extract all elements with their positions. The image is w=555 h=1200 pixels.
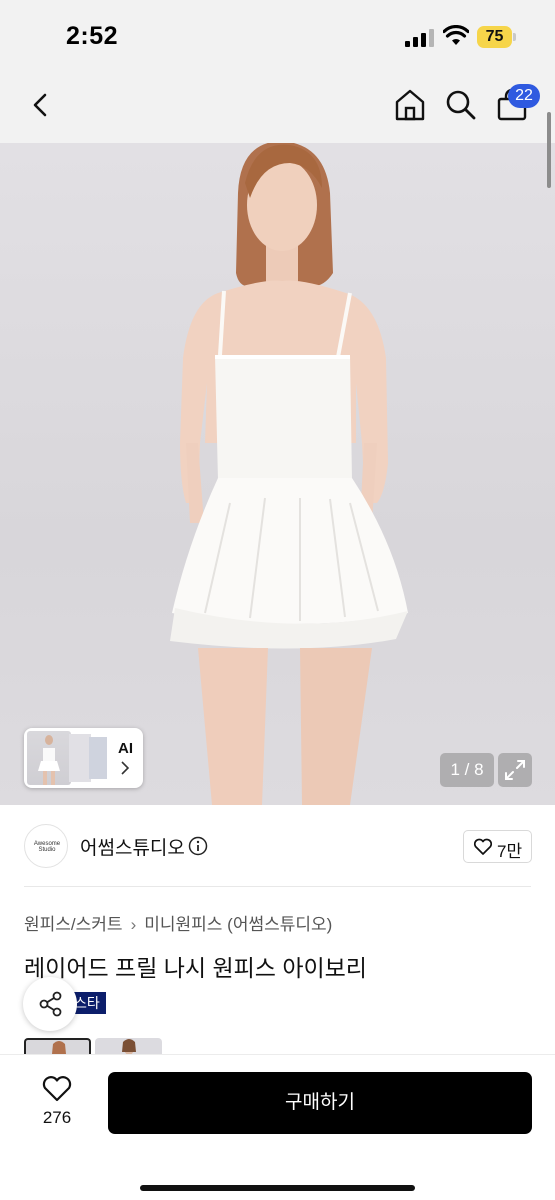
expand-icon — [505, 760, 525, 780]
status-time: 2:52 — [66, 22, 119, 50]
breadcrumb-category[interactable]: 원피스/스커트 — [24, 915, 123, 934]
wish-count: 276 — [42, 1108, 72, 1127]
breadcrumb: 원피스/스커트 › 미니원피스 (어썸스튜디오) — [24, 910, 332, 935]
share-icon — [39, 991, 62, 1017]
expand-button[interactable] — [498, 753, 532, 787]
breadcrumb-subcategory[interactable]: 미니원피스 (어썸스튜디오) — [144, 915, 332, 934]
wifi-icon — [443, 25, 469, 45]
brand-logo[interactable]: Awesome Studio — [24, 824, 68, 868]
ai-label: AI — [118, 740, 133, 757]
heart-icon[interactable] — [41, 1075, 73, 1103]
ai-thumbnail-image-3 — [89, 737, 107, 779]
back-icon[interactable] — [24, 88, 58, 122]
product-page: 2:52 75 22 AI 1 / 8 Awesome Studio 어썸스튜디… — [0, 0, 555, 1200]
battery-level: 75 — [485, 28, 504, 45]
brand-logo-text: Awesome Studio — [33, 841, 61, 853]
brand-like-count: 7만 — [497, 842, 523, 861]
product-title: 레이어드 프릴 나시 원피스 아이보리 — [24, 955, 367, 981]
battery-icon: 75 — [477, 26, 517, 48]
chevron-right-icon — [121, 761, 130, 775]
scroll-indicator[interactable] — [547, 112, 551, 188]
battery-nub — [513, 33, 516, 41]
brand-name[interactable]: 어썸스튜디오 — [80, 833, 185, 860]
cart-count-badge: 22 — [508, 84, 540, 108]
signal-icon — [405, 29, 434, 47]
share-button[interactable] — [23, 977, 77, 1031]
image-pager: 1 / 8 — [440, 753, 494, 787]
ai-thumbnail-image — [27, 731, 71, 785]
model-photo — [170, 143, 408, 805]
top-nav-bar — [0, 72, 555, 143]
buy-button[interactable]: 구매하기 — [108, 1072, 532, 1134]
ai-thumbnail-image-2 — [69, 734, 91, 782]
product-image[interactable] — [0, 143, 555, 805]
info-icon[interactable] — [188, 836, 208, 856]
heart-icon — [473, 838, 493, 855]
status-bar: 2:52 75 — [0, 0, 555, 72]
search-icon[interactable] — [444, 87, 478, 123]
home-indicator — [140, 1185, 415, 1191]
chevron-right-icon: › — [130, 915, 137, 934]
brand-like-button[interactable]: 7만 — [463, 830, 532, 863]
ai-try-on-card[interactable]: AI — [24, 728, 143, 788]
divider — [24, 886, 531, 887]
home-icon[interactable] — [393, 87, 427, 123]
thumbnail-model — [38, 735, 60, 785]
